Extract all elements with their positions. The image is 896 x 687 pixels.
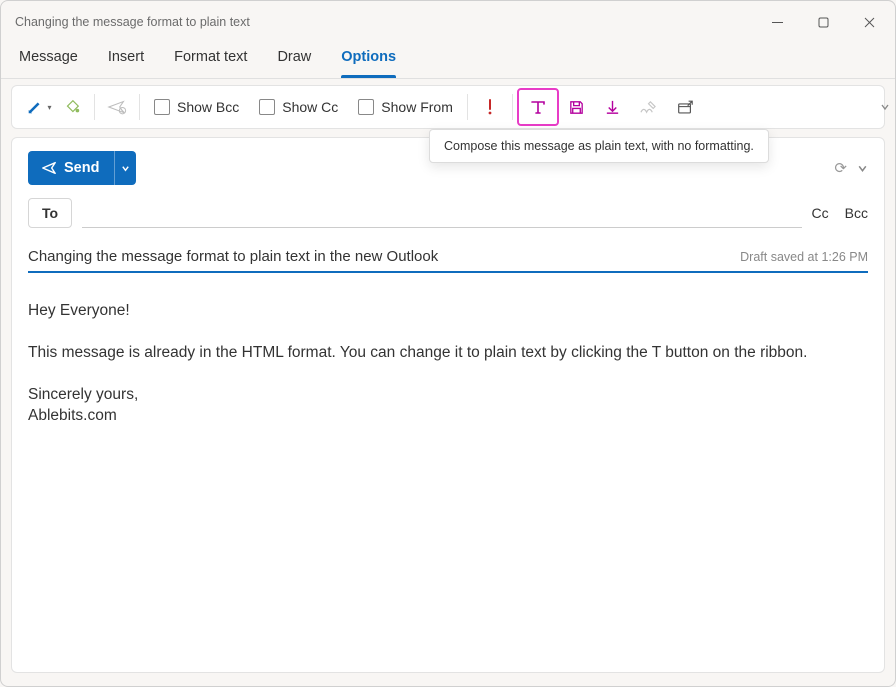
send-options-dropdown[interactable] (114, 151, 136, 185)
popout-icon (676, 99, 694, 116)
collapse-chevron-icon[interactable] (857, 163, 868, 174)
message-body[interactable]: Hey Everyone! This message is already in… (28, 301, 868, 427)
bcc-button[interactable]: Bcc (845, 205, 868, 221)
bucket-icon (63, 98, 81, 116)
theme-color-button[interactable]: ▾ (18, 91, 54, 123)
body-line: This message is already in the HTML form… (28, 343, 868, 364)
send-label: Send (64, 160, 99, 176)
to-input[interactable] (82, 198, 801, 228)
to-label: To (42, 205, 58, 221)
body-line: Hey Everyone! (28, 301, 868, 322)
ribbon-expand-chevron[interactable] (880, 102, 890, 112)
close-button[interactable] (847, 7, 891, 37)
show-cc-checkbox[interactable]: Show Cc (249, 91, 348, 123)
tab-insert[interactable]: Insert (108, 43, 144, 78)
chevron-down-icon: ▾ (47, 103, 51, 112)
signature-button[interactable] (631, 91, 667, 123)
tab-message[interactable]: Message (19, 43, 78, 78)
save-draft-button[interactable] (559, 91, 595, 123)
tab-format-text[interactable]: Format text (174, 43, 247, 78)
checkbox-icon (154, 99, 170, 115)
separator (94, 94, 95, 120)
high-importance-button[interactable] (472, 91, 508, 123)
window-controls (755, 7, 891, 37)
exclamation-icon (483, 98, 497, 116)
signature-icon (639, 99, 658, 116)
save-icon (568, 99, 585, 116)
tab-options[interactable]: Options (341, 43, 396, 78)
show-bcc-label: Show Bcc (177, 99, 239, 115)
subject-input[interactable]: Changing the message format to plain tex… (28, 248, 438, 265)
checkbox-icon (259, 99, 275, 115)
show-in-new-window-button[interactable] (667, 91, 703, 123)
separator (139, 94, 140, 120)
minimize-button[interactable] (755, 7, 799, 37)
body-line: Ablebits.com (28, 406, 868, 427)
request-receipt-button[interactable] (99, 91, 135, 123)
ribbon-toolbar: ▾ Show Bcc Show Cc Sh (11, 85, 885, 129)
draft-status: Draft saved at 1:26 PM (740, 250, 868, 264)
cc-button[interactable]: Cc (812, 205, 829, 221)
plain-text-button[interactable] (517, 88, 559, 126)
separator (467, 94, 468, 120)
window-title: Changing the message format to plain tex… (15, 15, 250, 29)
page-color-button[interactable] (54, 91, 90, 123)
separator (512, 94, 513, 120)
body-line: Sincerely yours, (28, 385, 868, 406)
plain-text-tooltip: Compose this message as plain text, with… (429, 129, 769, 163)
more-actions-loading-icon[interactable]: ⟳ (834, 159, 847, 177)
send-button-group: Send (28, 151, 136, 185)
checkbox-icon (358, 99, 374, 115)
show-from-label: Show From (381, 99, 453, 115)
show-bcc-checkbox[interactable]: Show Bcc (144, 91, 249, 123)
show-from-checkbox[interactable]: Show From (348, 91, 463, 123)
compose-panel: Send ⟳ To Cc Bcc (11, 137, 885, 673)
download-icon (604, 99, 621, 116)
send-icon (41, 160, 57, 176)
airplane-icon (107, 98, 127, 116)
to-button[interactable]: To (28, 198, 72, 228)
ribbon-tabs: Message Insert Format text Draw Options (1, 43, 895, 79)
download-button[interactable] (595, 91, 631, 123)
send-button[interactable]: Send (28, 151, 114, 185)
tab-draw[interactable]: Draw (277, 43, 311, 78)
pen-icon (26, 98, 44, 116)
text-t-icon (529, 98, 547, 116)
maximize-button[interactable] (801, 7, 845, 37)
show-cc-label: Show Cc (282, 99, 338, 115)
titlebar: Changing the message format to plain tex… (1, 1, 895, 43)
